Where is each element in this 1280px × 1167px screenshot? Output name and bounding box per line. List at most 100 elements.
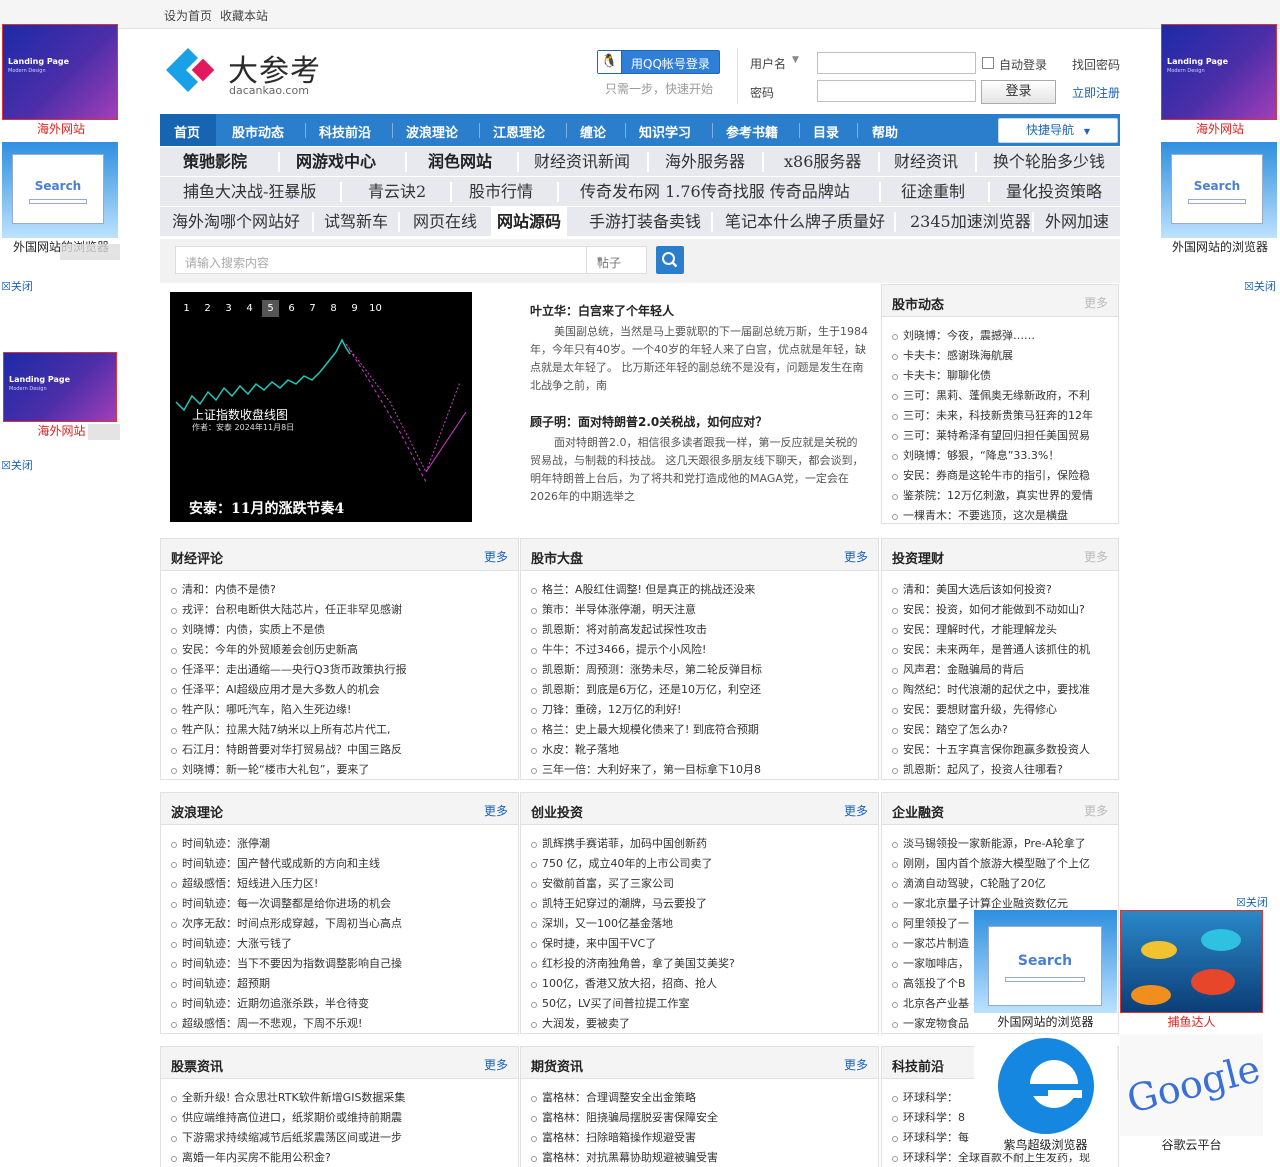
news-item[interactable]: 时间轨迹：大涨亏钱了 xyxy=(171,934,518,954)
news-item[interactable]: 刘晓博：新一轮“楼市大礼包”，要来了 xyxy=(171,760,518,780)
keyword-link[interactable]: 海外淘哪个网站好 xyxy=(172,207,300,237)
nav-item-wave[interactable]: 波浪理论 xyxy=(406,122,458,141)
news-item[interactable]: 三可：黑莉、蓬佩奥无缘新政府，不利 xyxy=(892,386,1118,406)
news-item[interactable]: 下游需求持续缩减节后纸浆震荡区间或进一步 xyxy=(171,1128,518,1148)
banner-slider[interactable]: 1 2 3 4 5 6 7 8 9 10 上证指数收盘线图 作者：安泰 2024年11月8日 安泰… xyxy=(170,292,472,522)
ad-overseas-site[interactable]: Landing Page Modern Design 海外网站 xyxy=(1161,24,1279,137)
news-item[interactable]: 750 亿，成立40年的上市公司卖了 xyxy=(531,854,878,874)
news-item[interactable]: 牲产队：拉黑大陆7纳米以上所有芯片代工, xyxy=(171,720,518,740)
keyword-link[interactable]: 试驾新车 xyxy=(324,207,388,237)
news-item[interactable]: 一棵青木：不要逃顶，这次是横盘 xyxy=(892,506,1118,526)
news-item[interactable]: 50亿，LV买了间普拉提工作室 xyxy=(531,994,878,1014)
news-item[interactable]: 任泽平：走出通缩——央行Q3货币政策执行报 xyxy=(171,660,518,680)
keyword-link[interactable]: x86服务器 xyxy=(784,147,861,177)
keyword-link[interactable]: 策驰影院 xyxy=(183,147,247,177)
nav-item-gann[interactable]: 江恩理论 xyxy=(493,122,545,141)
news-item[interactable]: 任泽平：AI超级应用才是大多数人的机会 xyxy=(171,680,518,700)
search-input[interactable]: 请输入搜索内容 xyxy=(175,246,587,274)
news-item[interactable]: 保时捷，来中国干VC了 xyxy=(531,934,878,954)
keyword-link[interactable]: 换个轮胎多少钱 xyxy=(993,147,1105,177)
nav-item-catalog[interactable]: 目录 xyxy=(813,122,839,141)
more-link[interactable]: 更多 xyxy=(844,548,868,565)
ad-guge[interactable]: Google 谷歌云平台 xyxy=(1120,1034,1263,1153)
ad-close-button[interactable]: ☒关闭 xyxy=(1236,894,1268,910)
news-item[interactable]: 石江月：特朗普要对华打贸易战？中国三路反 xyxy=(171,740,518,760)
news-item[interactable]: 凯恩斯：起风了，投资人往哪看? xyxy=(892,760,1118,780)
keyword-link[interactable]: 笔记本什么牌子质量好 xyxy=(725,207,885,237)
news-item[interactable]: 三可：未来，科技新贵策马狂奔的12年 xyxy=(892,406,1118,426)
username-input[interactable] xyxy=(817,52,976,74)
keyword-link[interactable]: 网游戏中心 xyxy=(296,147,376,177)
ad-browser[interactable]: Search 外国网站的浏览器 xyxy=(1161,142,1279,255)
news-item[interactable]: 大润发，要被卖了 xyxy=(531,1014,878,1034)
news-item[interactable]: 安徽前首富，买了三家公司 xyxy=(531,874,878,894)
nav-item-chan[interactable]: 缠论 xyxy=(580,122,606,141)
site-logo[interactable]: 大参考 dacankao.com xyxy=(162,42,332,98)
news-item[interactable]: 水皮：靴子落地 xyxy=(531,740,878,760)
news-item[interactable]: 卡夫卡：聊聊化债 xyxy=(892,366,1118,386)
more-link[interactable]: 更多 xyxy=(484,548,508,565)
news-item[interactable]: 时间轨迹：每一次调整都是给你进场的机会 xyxy=(171,894,518,914)
news-item[interactable]: 策市：半导体涨停潮，明天注意 xyxy=(531,600,878,620)
ad-overseas-site[interactable]: Landing Page Modern Design 海外网站 xyxy=(2,24,120,137)
news-item[interactable]: 三可：莱特希泽有望回归担任美国贸易 xyxy=(892,426,1118,446)
keyword-link[interactable]: 量化投资策略 xyxy=(1006,177,1102,207)
news-item[interactable]: 红杉投的济南独角兽，拿了美国艾美奖? xyxy=(531,954,878,974)
news-item[interactable]: 安民：投资，如何才能做到不动如山? xyxy=(892,600,1118,620)
nav-item-learn[interactable]: 知识学习 xyxy=(639,122,691,141)
news-item[interactable]: 供应端维持高位进口，纸浆期价或维持前期震 xyxy=(171,1108,518,1128)
keyword-link[interactable]: 传奇发布网 1.76传奇找服 传奇品牌站 xyxy=(580,177,850,207)
news-item[interactable]: 超级感悟：周一不悲观，下周不乐观! xyxy=(171,1014,518,1034)
keyword-link[interactable]: 2345加速浏览器 xyxy=(910,207,1031,237)
nav-item-help[interactable]: 帮助 xyxy=(872,122,898,141)
register-link[interactable]: 立即注册 xyxy=(1072,84,1120,101)
ad-close-button[interactable]: ☒关闭 xyxy=(1244,278,1276,294)
news-item[interactable]: 淡马锡领投一家新能源，Pre-A轮拿了 xyxy=(892,834,1118,854)
news-item[interactable]: 陶然纪：时代浪潮的起伏之中，要找准 xyxy=(892,680,1118,700)
news-item[interactable]: 时间轨迹：涨停潮 xyxy=(171,834,518,854)
news-item[interactable]: 清和：内债不是债? xyxy=(171,580,518,600)
chevron-down-icon[interactable]: ▼ xyxy=(792,55,799,65)
news-item[interactable]: 牛牛：不过3466，提示个小风险! xyxy=(531,640,878,660)
news-item[interactable]: 超级感悟：短线进入压力区! xyxy=(171,874,518,894)
news-item[interactable]: 时间轨迹：当下不要因为指数调整影响自己操 xyxy=(171,954,518,974)
ad-overseas-site[interactable]: Landing Page Modern Design 海外网站 xyxy=(3,352,120,440)
news-item[interactable]: 风声君：金融骗局的背后 xyxy=(892,660,1118,680)
quick-nav-dropdown[interactable]: 快捷导航 ▼ xyxy=(998,118,1118,143)
news-item[interactable]: 全新升级! 合众思壮RTK软件新增GIS数据采集 xyxy=(171,1088,518,1108)
news-item[interactable]: 刘晓博：今夜，震撼弹…… xyxy=(892,326,1118,346)
password-input[interactable] xyxy=(817,80,976,102)
more-link[interactable]: 更多 xyxy=(484,1056,508,1073)
news-item[interactable]: 格兰：A股红住调整! 但是真正的挑战还没来 xyxy=(531,580,878,600)
keyword-link[interactable]: 青云诀2 xyxy=(368,177,426,207)
nav-item-home[interactable]: 首页 xyxy=(174,122,200,141)
slider-caption[interactable]: 安泰：11月的涨跌节奏4 xyxy=(189,498,344,518)
search-type-select[interactable]: 帖子 ▼ xyxy=(587,246,647,274)
news-item[interactable]: 安民：踏空了怎么办? xyxy=(892,720,1118,740)
login-button[interactable]: 登录 xyxy=(981,80,1056,104)
news-item[interactable]: 刚刚，国内首个旅游大模型融了个上亿 xyxy=(892,854,1118,874)
keyword-link-active[interactable]: 网站源码 xyxy=(491,207,568,237)
news-item[interactable]: 时间轨迹：超预期 xyxy=(171,974,518,994)
more-link[interactable]: 更多 xyxy=(1084,294,1108,311)
news-item[interactable]: 凯恩斯：到底是6万亿，还是10万亿，利空还 xyxy=(531,680,878,700)
more-link[interactable]: 更多 xyxy=(844,1056,868,1073)
more-link[interactable]: 更多 xyxy=(844,802,868,819)
news-item[interactable]: 安民：今年的外贸顺差会创历史新高 xyxy=(171,640,518,660)
ad-fishing[interactable]: 捕鱼达人 xyxy=(1120,910,1263,1030)
keyword-link[interactable]: 财经资讯新闻 xyxy=(534,147,630,177)
news-item[interactable]: 卡夫卡：感谢珠海航展 xyxy=(892,346,1118,366)
auto-login-checkbox[interactable] xyxy=(982,57,994,69)
keyword-link[interactable]: 征途重制 xyxy=(901,177,965,207)
more-link[interactable]: 更多 xyxy=(1084,802,1108,819)
ad-ziniao[interactable]: 紫鸟超级浏览器 xyxy=(974,1034,1117,1153)
news-item[interactable]: 富格林：对抗黑幕协助规避被骗受害 xyxy=(531,1148,878,1167)
news-item[interactable]: 清和：美国大选后该如何投资? xyxy=(892,580,1118,600)
keyword-link[interactable]: 外网加速 xyxy=(1045,207,1120,237)
news-item[interactable]: 刘晓博：够狠，“降息”33.3%！ xyxy=(892,446,1118,466)
keyword-link[interactable]: 股市行情 xyxy=(469,177,533,207)
news-item[interactable]: 100亿，香港又放大招，招商、抢人 xyxy=(531,974,878,994)
news-item[interactable]: 安民：理解时代，才能理解龙头 xyxy=(892,620,1118,640)
news-item[interactable]: 格兰：史上最大规模化债来了! 到底符合预期 xyxy=(531,720,878,740)
article-title[interactable]: 叶立华：白宫来了个年轻人 xyxy=(530,302,868,319)
